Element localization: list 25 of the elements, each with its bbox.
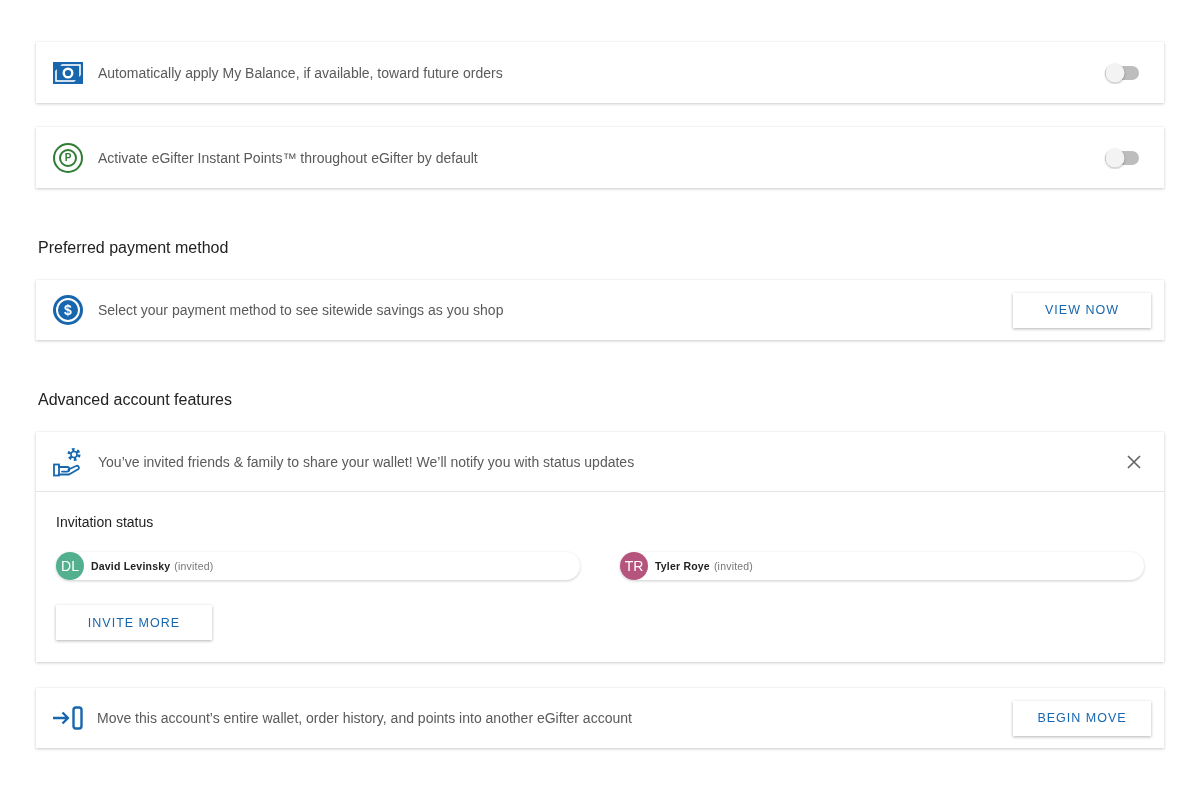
banknote-icon: [53, 61, 83, 84]
card-description: Select your payment method to see sitewide savings as you shop: [98, 302, 505, 318]
invitee-name: David Levinsky: [91, 560, 171, 572]
begin-move-button[interactable]: BEGIN MOVE: [1013, 700, 1151, 736]
section-heading: Preferred payment method: [38, 239, 229, 256]
invite-message: You’ve invited friends & family to share your wallet! We’ll notify you with status updates: [98, 453, 636, 470]
setting-label: Activate eGifter Instant Points™ throughout eGifter by default: [98, 149, 479, 166]
invitation-status-heading: Invitation status: [56, 514, 154, 530]
toggle-switch[interactable]: [1104, 61, 1140, 84]
setting-label: Automatically apply My Balance, if available, toward future orders: [98, 64, 504, 81]
view-now-button[interactable]: VIEW NOW: [1013, 292, 1151, 328]
avatar: DL: [56, 552, 84, 580]
dollar-icon: $: [53, 295, 83, 325]
invite-status: (invited): [713, 560, 754, 572]
section-heading: Advanced account features: [38, 391, 232, 408]
hand-gear-icon: [53, 446, 83, 477]
invite-status: (invited): [174, 560, 214, 572]
arrow-into-bracket-icon: [52, 706, 84, 730]
points-icon: P: [53, 142, 83, 173]
card-description: Move this account’s entire wallet, order history, and points into another eGifter account: [97, 710, 633, 726]
close-icon: [1127, 454, 1141, 469]
invite-more-button[interactable]: INVITE MORE: [56, 605, 212, 640]
invitee-name: Tyler Roye: [655, 560, 710, 572]
avatar: TR: [620, 552, 648, 580]
toggle-switch[interactable]: [1104, 146, 1140, 169]
